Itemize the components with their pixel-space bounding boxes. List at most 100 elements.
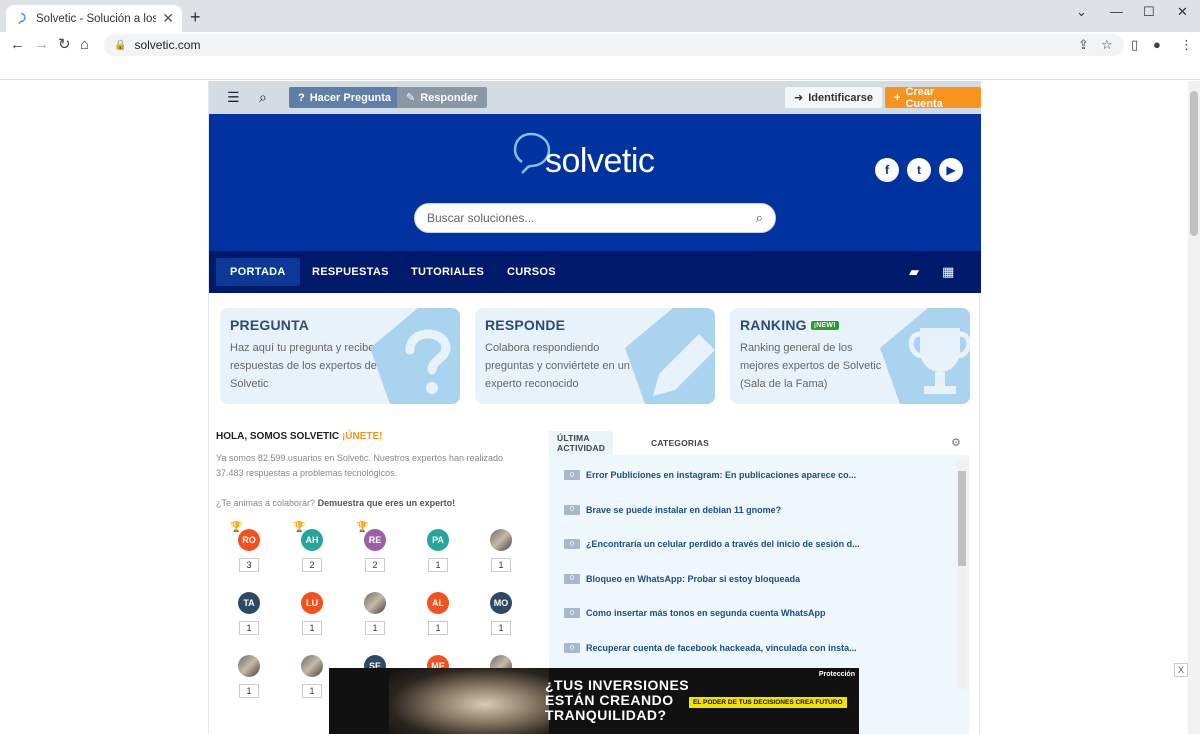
hamburger-menu-icon[interactable]: ☰ <box>227 89 240 106</box>
answer-count: 1 <box>491 558 511 572</box>
ad-brand: Protección <box>818 671 855 678</box>
question-circle-icon: ? <box>298 91 305 104</box>
card-text: Colabora respondiendo preguntas y convié… <box>485 342 630 390</box>
activity-title-link[interactable]: Como insertar más tonos en segunda cuent… <box>586 608 826 618</box>
trophy-icon: 🏆 <box>356 522 369 533</box>
answer-count-badge: 0 <box>564 573 580 584</box>
gear-icon[interactable]: ⚙ <box>951 436 961 449</box>
tab-ultima-actividad[interactable]: ÚLTIMA ACTIVIDAD <box>549 431 614 455</box>
card-pregunta[interactable]: PREGUNTA Haz aquí tu pregunta y recibe r… <box>220 308 460 404</box>
activity-item[interactable]: 0 Brave se puede instalar en debian 11 gn… <box>564 502 781 518</box>
answer-count-badge: 0 <box>564 643 580 653</box>
user-avatar[interactable]: AL <box>427 592 449 614</box>
trophy-icon: 🏆 <box>230 522 243 533</box>
user-avatar[interactable]: LU <box>301 592 323 614</box>
ad-close-button[interactable]: X <box>1174 663 1188 677</box>
answer-count: 3 <box>239 558 259 572</box>
maximize-button[interactable]: ☐ <box>1143 4 1155 20</box>
youtube-icon[interactable]: ▶ <box>939 158 963 182</box>
advertisement-banner[interactable]: ¿TUS INVERSIONES ESTÁN CREANDO TRANQUILI… <box>329 668 859 734</box>
nav-cursos[interactable]: CURSOS <box>493 258 570 286</box>
calendar-icon[interactable]: ▦ <box>942 264 954 280</box>
activity-title-link[interactable]: Error Publiciones en instagram: En publi… <box>586 470 856 480</box>
back-arrow-icon[interactable]: ← <box>10 36 25 54</box>
user-avatar[interactable]: MO <box>490 592 512 614</box>
share-icon[interactable]: ⇪ <box>1078 37 1089 53</box>
facebook-icon[interactable]: f <box>875 158 899 182</box>
page-scrollbar[interactable] <box>1188 81 1200 734</box>
answer-count: 1 <box>428 621 448 635</box>
scrollbar-thumb[interactable] <box>1190 91 1198 236</box>
folder-open-icon[interactable]: ▰ <box>909 264 919 280</box>
address-bar[interactable]: 🔒 solvetic.com <box>104 34 1124 56</box>
search-box: ⌕ <box>414 203 776 233</box>
close-window-button[interactable]: ✕ <box>1177 4 1188 20</box>
trophy-icon <box>880 308 970 404</box>
card-ranking[interactable]: RANKING ¡NEW! Ranking general de los mejo… <box>730 308 970 404</box>
activity-title-link[interactable]: Brave se puede instalar en debian 11 gno… <box>586 505 781 515</box>
search-input[interactable] <box>427 211 756 225</box>
tab-categorias[interactable]: CATEGORIAS <box>643 431 717 455</box>
answer-count: 1 <box>365 621 385 635</box>
ask-question-button[interactable]: ? Hacer Pregunta <box>289 87 401 108</box>
join-link[interactable]: ¡ÚNETE! <box>342 431 383 442</box>
browser-tab[interactable]: Solvetic - Solución a los problemas ✕ <box>6 5 182 32</box>
question-mark-icon <box>370 308 460 404</box>
user-avatar[interactable] <box>238 655 260 677</box>
login-button[interactable]: ➜ Identificarse <box>785 87 883 108</box>
activity-item[interactable]: 0 ¿Encontraría un celular perdido a travé… <box>564 536 860 552</box>
activity-item[interactable]: 0 Error Publiciones en instagram: En publ… <box>564 467 856 483</box>
activity-item[interactable]: 0 Recuperar cuenta de facebook hackeada, … <box>564 640 857 656</box>
community-heading: HOLA, SOMOS SOLVETIC ¡ÚNETE! <box>216 431 383 442</box>
card-responde[interactable]: RESPONDE Colabora respondiendo preguntas… <box>475 308 715 404</box>
close-tab-icon[interactable]: ✕ <box>162 10 174 27</box>
answer-count-badge: 0 <box>564 470 580 480</box>
tab-search-icon[interactable]: ⌄ <box>1076 4 1087 20</box>
search-icon[interactable]: ⌕ <box>259 89 267 106</box>
activity-title-link[interactable]: ¿Encontraría un celular perdido a través… <box>586 539 860 549</box>
reload-icon[interactable]: ↻ <box>58 36 71 54</box>
card-text: Ranking general de los mejores expertos … <box>740 342 882 390</box>
answer-count: 2 <box>302 558 322 572</box>
card-text: Haz aquí tu pregunta y recibe respuestas… <box>230 342 377 390</box>
nav-portada[interactable]: PORTADA <box>216 258 300 286</box>
minimize-button[interactable]: — <box>1110 4 1123 19</box>
search-icon[interactable]: ⌕ <box>756 210 763 226</box>
nav-respuestas[interactable]: RESPUESTAS <box>298 258 403 286</box>
activity-title-link[interactable]: Bloqueo en WhatsApp: Probar si estoy blo… <box>586 574 800 584</box>
answer-count: 1 <box>491 621 511 635</box>
activity-title-link[interactable]: Recuperar cuenta de facebook hackeada, v… <box>586 643 857 653</box>
side-panel-icon[interactable]: ▯ <box>1131 37 1138 53</box>
signup-button[interactable]: + Crear Cuenta <box>885 86 981 110</box>
edit-icon: ✎ <box>406 92 416 104</box>
user-plus-icon: + <box>894 91 901 104</box>
user-avatar[interactable]: PA <box>427 529 449 551</box>
user-avatar[interactable] <box>490 529 512 551</box>
answer-count: 2 <box>365 558 385 572</box>
answer-button[interactable]: ✎ Responder <box>397 87 487 108</box>
user-avatar[interactable]: TA <box>238 592 260 614</box>
nav-tutoriales[interactable]: TUTORIALES <box>397 258 498 286</box>
hero-banner: solvetic f t ▶ ⌕ <box>209 114 981 251</box>
url-text: solvetic.com <box>134 38 201 52</box>
card-title: RESPONDE <box>485 317 566 333</box>
card-title: RANKING ¡NEW! <box>740 317 839 333</box>
user-avatar[interactable] <box>301 655 323 677</box>
forward-arrow-icon[interactable]: → <box>34 36 49 54</box>
activity-item[interactable]: 0 Bloqueo en WhatsApp: Probar si estoy bl… <box>564 571 800 587</box>
page-container: ☰ ⌕ ? Hacer Pregunta ✎ Responder ➜ Ident… <box>208 81 1188 734</box>
menu-kebab-icon[interactable]: ⋮ <box>1180 37 1193 53</box>
user-avatar[interactable] <box>364 592 386 614</box>
solvetic-logo[interactable]: solvetic <box>509 130 659 190</box>
ad-photo <box>389 668 549 734</box>
activity-item[interactable]: 0 Como insertar más tonos en segunda cuen… <box>564 605 826 621</box>
home-icon[interactable]: ⌂ <box>80 36 89 54</box>
page-top-gutter <box>0 58 1200 80</box>
new-badge: ¡NEW! <box>810 321 839 330</box>
ad-tagline: EL PODER DE TUS DECISIONES CREA FUTURO <box>689 697 847 708</box>
bookmark-star-icon[interactable]: ☆ <box>1101 37 1113 53</box>
new-tab-button[interactable]: + <box>190 7 201 28</box>
activity-scrollbar[interactable] <box>957 459 967 689</box>
profile-icon[interactable]: ● <box>1153 37 1161 52</box>
twitter-icon[interactable]: t <box>907 158 931 182</box>
